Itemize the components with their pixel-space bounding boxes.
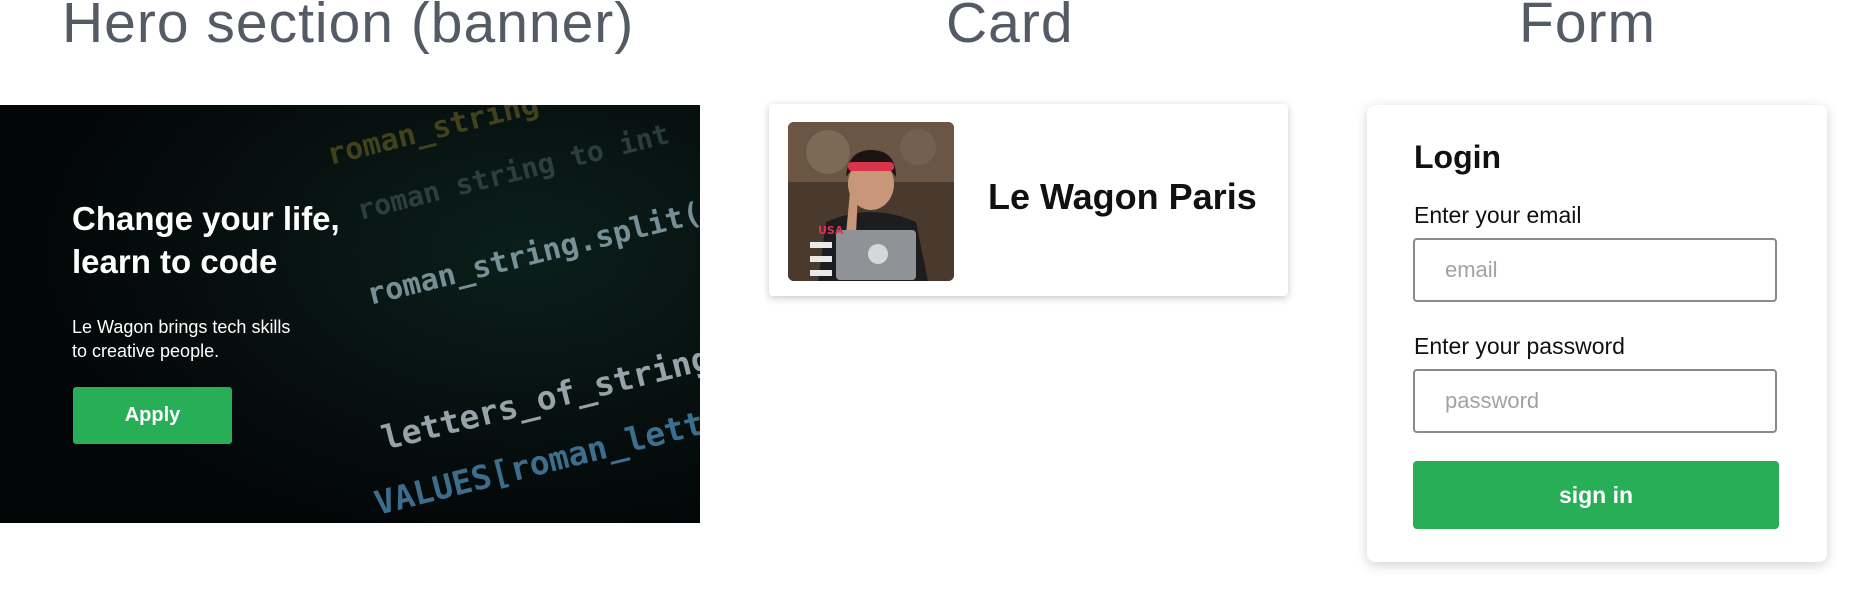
- hero-subtitle-line: Le Wagon brings tech skills: [72, 317, 291, 337]
- password-label: Enter your password: [1414, 333, 1625, 359]
- hero-subtitle-line: to creative people.: [72, 341, 220, 361]
- hero-code-background: roman_string roman string to int roman_s…: [0, 105, 700, 523]
- password-field[interactable]: [1413, 369, 1777, 433]
- apply-button[interactable]: Apply: [73, 387, 232, 444]
- hero-section-title: Hero section (banner): [62, 0, 635, 55]
- hero-banner: roman_string roman string to int roman_s…: [0, 105, 700, 523]
- email-label: Enter your email: [1414, 202, 1582, 228]
- card-title: Le Wagon Paris: [988, 176, 1257, 217]
- sign-in-button[interactable]: sign in: [1413, 461, 1779, 529]
- form-section-title: Form: [1519, 0, 1656, 55]
- card-section-title: Card: [946, 0, 1074, 55]
- student-photo-illustration: USA: [788, 122, 954, 281]
- hero-headline-line: Change your life,: [72, 200, 340, 237]
- form-title: Login: [1414, 139, 1502, 175]
- login-form: Login Enter your email Enter your passwo…: [1367, 105, 1827, 562]
- card[interactable]: USA Le Wagon Paris: [769, 104, 1288, 296]
- email-field[interactable]: [1413, 238, 1777, 302]
- card-image-label: USA: [818, 224, 844, 237]
- hero-headline: Change your life, learn to code: [72, 197, 392, 283]
- card-image: USA: [788, 122, 954, 281]
- hero-headline-line: learn to code: [72, 243, 278, 280]
- hero-subtitle: Le Wagon brings tech skills to creative …: [72, 315, 332, 363]
